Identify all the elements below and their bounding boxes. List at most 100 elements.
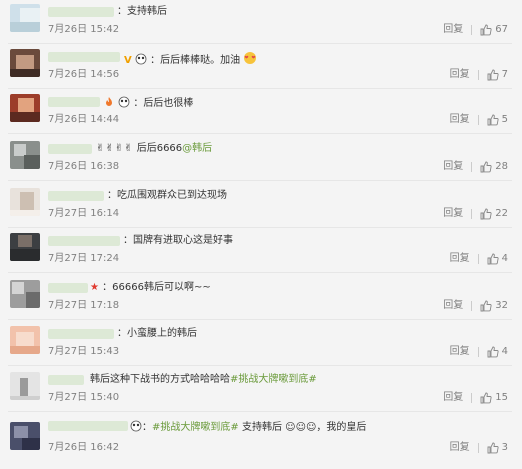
like-count: 32 [495, 300, 508, 311]
like-button[interactable]: 5 [487, 114, 508, 126]
reply-button[interactable]: 回复 [443, 300, 463, 312]
like-count: 67 [495, 24, 508, 35]
comment-actions: 回复 4 [450, 253, 508, 265]
comment-item: ：国牌有进取心这是好事 7月27日 17:24 回复 4 [0, 229, 522, 273]
hashtag-link[interactable]: #挑战大牌嗽到底# [230, 374, 317, 385]
username-blurred[interactable] [48, 329, 114, 339]
username-blurred[interactable] [48, 236, 120, 246]
comment-item: ★ ：66666韩后可以啊~~ 7月27日 17:18 回复 32 [0, 276, 522, 320]
avatar[interactable] [10, 372, 40, 400]
divider [471, 25, 473, 35]
comment-actions: 回复 15 [443, 392, 508, 404]
comment-item: ：小蛮腰上的韩后 7月27日 15:43 回复 4 [0, 322, 522, 366]
thumbs-up-icon [480, 208, 492, 220]
comment-actions: 回复 67 [443, 24, 508, 36]
comment-time: 7月26日 14:56 [48, 69, 120, 80]
comment-text: ：小蛮腰上的韩后 [117, 328, 197, 339]
like-count: 5 [501, 114, 508, 125]
comment-line: ：后后也很棒 [103, 96, 193, 110]
row-divider [8, 180, 512, 181]
row-divider [8, 43, 512, 44]
comment-time: 7月27日 15:40 [48, 392, 120, 403]
divider [477, 443, 479, 453]
thumbs-up-icon [487, 442, 499, 454]
star-icon: ★ [90, 282, 99, 293]
like-button[interactable]: 7 [487, 69, 508, 81]
reply-button[interactable]: 回复 [450, 346, 470, 358]
username-blurred[interactable] [48, 144, 92, 154]
fire-emoji-icon [106, 97, 112, 106]
heart-face-emoji-icon [244, 52, 257, 64]
comment-text: ：支持韩后 [117, 6, 167, 17]
reply-button[interactable]: 回复 [450, 442, 470, 454]
comment-item: ✌︎✌︎✌︎✌︎ 后后6666@韩后 7月26日 16:38 回复 28 [0, 137, 522, 181]
like-button[interactable]: 4 [487, 253, 508, 265]
avatar[interactable] [10, 4, 40, 32]
reply-button[interactable]: 回复 [443, 392, 463, 404]
comment-text: ：吃瓜围观群众已到达现场 [107, 190, 227, 201]
panda-emoji-icon [118, 96, 130, 108]
divider [477, 347, 479, 357]
avatar[interactable] [10, 141, 40, 169]
like-button[interactable]: 3 [487, 442, 508, 454]
thumbs-up-icon [487, 114, 499, 126]
comment-actions: 回复 32 [443, 300, 508, 312]
ok-hand-emoji-icon: ☺☺☺ [285, 422, 317, 433]
avatar[interactable] [10, 94, 40, 122]
reply-button[interactable]: 回复 [450, 69, 470, 81]
comment-item: ：支持韩后 7月26日 15:42 回复 67 [0, 0, 522, 44]
comment-line: ✌︎✌︎✌︎✌︎ 后后6666@韩后 [96, 143, 212, 155]
thumbs-up-icon [480, 300, 492, 312]
panda-emoji-icon [130, 420, 142, 432]
comment-time: 7月26日 14:44 [48, 114, 120, 125]
username-blurred[interactable] [48, 97, 100, 107]
reply-button[interactable]: 回复 [450, 253, 470, 265]
divider [477, 115, 479, 125]
comment-text: ：国牌有进取心这是好事 [123, 235, 233, 246]
row-divider [8, 319, 512, 320]
comment-time: 7月27日 15:43 [48, 346, 120, 357]
reply-button[interactable]: 回复 [450, 114, 470, 126]
comment-line: ：#挑战大牌嗽到底# 支持韩后 ☺☺☺，我的皇后 [130, 420, 366, 434]
avatar[interactable] [10, 188, 40, 216]
like-count: 4 [501, 253, 508, 264]
reply-button[interactable]: 回复 [443, 24, 463, 36]
like-button[interactable]: 15 [480, 392, 508, 404]
reply-button[interactable]: 回复 [443, 161, 463, 173]
username-blurred[interactable] [48, 421, 128, 431]
like-button[interactable]: 67 [480, 24, 508, 36]
like-count: 7 [501, 69, 508, 80]
divider [471, 209, 473, 219]
reply-button[interactable]: 回复 [443, 208, 463, 220]
hashtag-link[interactable]: #挑战大牌嗽到底# [152, 422, 239, 433]
avatar[interactable] [10, 233, 40, 261]
avatar[interactable] [10, 280, 40, 308]
divider [471, 301, 473, 311]
vip-v-icon: V [124, 55, 132, 66]
comment-actions: 回复 5 [450, 114, 508, 126]
divider [471, 162, 473, 172]
row-divider [8, 272, 512, 273]
username-blurred[interactable] [48, 375, 84, 385]
like-button[interactable]: 22 [480, 208, 508, 220]
comment-time: 7月26日 15:42 [48, 24, 120, 35]
mention-link[interactable]: @韩后 [182, 143, 212, 154]
avatar[interactable] [10, 326, 40, 354]
like-button[interactable]: 32 [480, 300, 508, 312]
like-button[interactable]: 28 [480, 161, 508, 173]
username-blurred[interactable] [48, 52, 120, 62]
divider [477, 254, 479, 264]
comment-actions: 回复 7 [450, 69, 508, 81]
username-blurred[interactable] [48, 283, 88, 293]
username-blurred[interactable] [48, 191, 104, 201]
username-blurred[interactable] [48, 7, 114, 17]
row-divider [8, 133, 512, 134]
comment-line: ★ ：66666韩后可以啊~~ [90, 282, 211, 294]
thumbs-up-icon [487, 69, 499, 81]
avatar[interactable] [10, 49, 40, 77]
avatar[interactable] [10, 422, 40, 450]
like-button[interactable]: 4 [487, 346, 508, 358]
comment-item: 韩后这种下战书的方式哈哈哈哈#挑战大牌嗽到底# 7月27日 15:40 回复 1… [0, 368, 522, 412]
comment-actions: 回复 28 [443, 161, 508, 173]
comment-text: ：后后棒棒哒。加油 [150, 55, 241, 66]
